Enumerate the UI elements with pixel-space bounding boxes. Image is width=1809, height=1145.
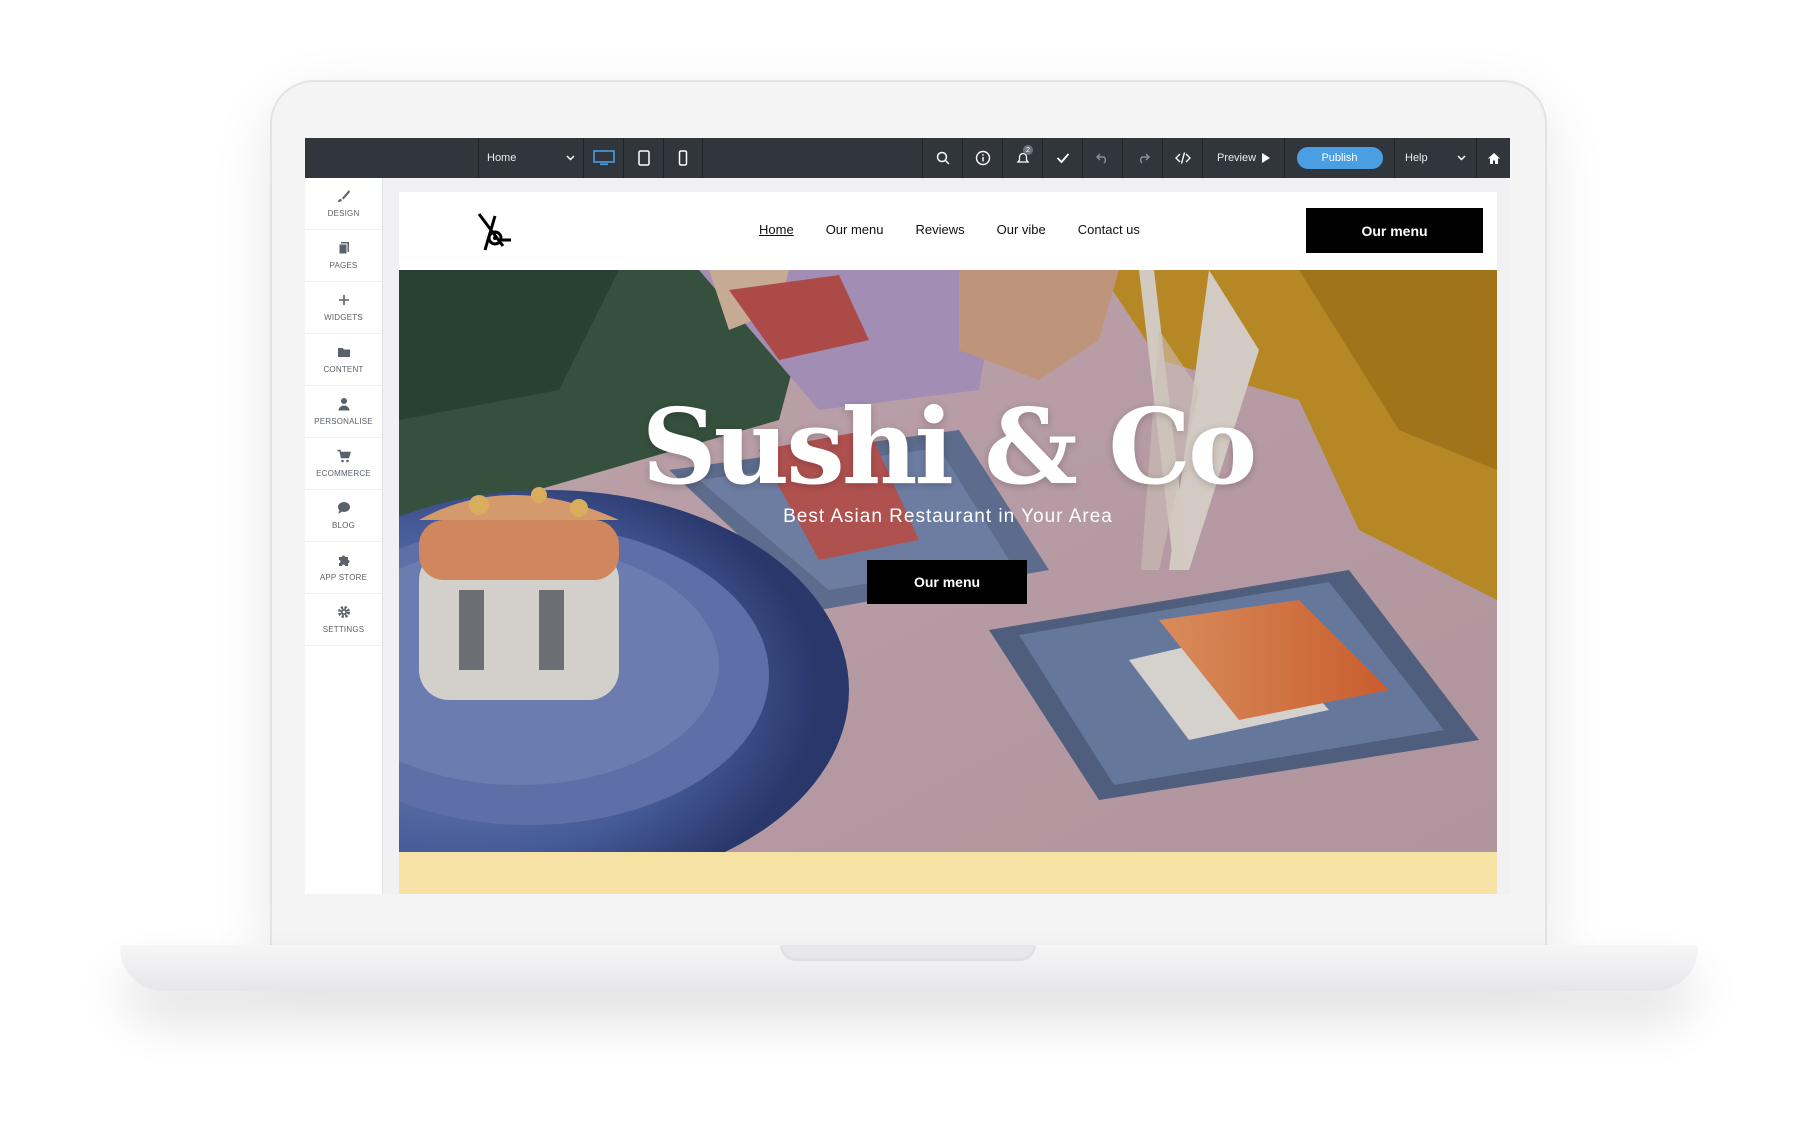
check-icon <box>1056 153 1069 164</box>
mobile-view-button[interactable] <box>663 138 703 178</box>
preview-label: Preview <box>1216 152 1257 164</box>
preview-button[interactable]: Preview <box>1202 138 1284 178</box>
editor-sidebar: DESIGN PAGES WIDGETS CONTENT PERSONALISE… <box>305 178 383 894</box>
sidebar-item-widgets[interactable]: WIDGETS <box>305 282 382 334</box>
code-icon <box>1174 152 1191 164</box>
hero-section: Sushi & Co Best Asian Restaurant in Your… <box>399 270 1497 852</box>
help-label: Help <box>1405 152 1428 164</box>
chevron-down-icon <box>1457 155 1466 161</box>
sidebar-item-ecommerce[interactable]: ECOMMERCE <box>305 438 382 490</box>
search-button[interactable] <box>922 138 962 178</box>
hero-subtitle: Best Asian Restaurant in Your Area <box>783 506 1113 527</box>
folder-icon <box>337 348 350 357</box>
sidebar-item-design[interactable]: DESIGN <box>305 178 382 230</box>
publish-button[interactable]: Publish <box>1296 147 1383 169</box>
nav-item-home[interactable]: Home <box>759 222 794 237</box>
plus-icon <box>338 295 349 305</box>
nav-item-contact-us[interactable]: Contact us <box>1078 222 1140 237</box>
mobile-icon <box>678 150 688 166</box>
desktop-view-button[interactable] <box>583 138 623 178</box>
sidebar-item-settings[interactable]: SETTINGS <box>305 594 382 646</box>
editor-screen: Home 2 Preview Publish Help DESIGN PAGES… <box>305 138 1510 894</box>
site-header: Home Our menu Reviews Our vibe Contact u… <box>399 192 1497 270</box>
help-menu[interactable]: Help <box>1394 138 1476 178</box>
sidebar-item-label: CONTENT <box>323 365 364 374</box>
home-icon <box>1487 152 1500 164</box>
sidebar-item-personalise[interactable]: PERSONALISE <box>305 386 382 438</box>
puzzle-icon <box>338 555 349 566</box>
info-button[interactable] <box>962 138 1002 178</box>
notifications-button[interactable]: 2 <box>1002 138 1042 178</box>
sidebar-item-blog[interactable]: BLOG <box>305 490 382 542</box>
gear-icon <box>337 606 350 618</box>
redo-icon <box>1139 153 1150 164</box>
tablet-view-button[interactable] <box>623 138 663 178</box>
chevron-down-icon <box>566 155 575 161</box>
page-selector-label: Home <box>487 152 517 164</box>
header-our-menu-button[interactable]: Our menu <box>1306 208 1483 253</box>
hero-our-menu-button[interactable]: Our menu <box>867 560 1027 604</box>
sidebar-item-label: DESIGN <box>327 209 360 218</box>
undo-button[interactable] <box>1082 138 1122 178</box>
laptop-notch <box>780 945 1036 961</box>
sidebar-item-label: WIDGETS <box>324 313 363 322</box>
sidebar-item-app-store[interactable]: APP STORE <box>305 542 382 594</box>
check-button[interactable] <box>1042 138 1082 178</box>
website-canvas: Home Our menu Reviews Our vibe Contact u… <box>399 192 1497 894</box>
info-icon <box>975 150 990 166</box>
site-nav: Home Our menu Reviews Our vibe Contact u… <box>759 222 1140 237</box>
pages-icon <box>338 242 349 255</box>
sidebar-item-label: APP STORE <box>319 573 368 582</box>
publish-area: Publish <box>1284 138 1394 178</box>
tablet-icon <box>637 150 650 166</box>
chat-bubble-icon <box>337 502 350 514</box>
hero-title: Sushi & Co <box>641 385 1258 508</box>
code-button[interactable] <box>1162 138 1202 178</box>
redo-button[interactable] <box>1122 138 1162 178</box>
cart-icon <box>337 449 351 463</box>
sidebar-item-label: SETTINGS <box>322 625 365 634</box>
sidebar-item-label: PERSONALISE <box>314 417 373 426</box>
nav-item-our-menu[interactable]: Our menu <box>826 222 884 237</box>
editor-toolbar: Home 2 Preview Publish Help <box>305 138 1510 178</box>
desktop-icon <box>592 150 615 165</box>
hero-text: Sushi & Co Best Asian Restaurant in Your… <box>399 392 1497 528</box>
sidebar-item-label: PAGES <box>329 261 358 270</box>
notifications-badge: 2 <box>1023 145 1033 155</box>
sidebar-item-pages[interactable]: PAGES <box>305 230 382 282</box>
search-icon <box>936 151 950 165</box>
chopsticks-logo-icon[interactable] <box>473 212 513 252</box>
sidebar-item-content[interactable]: CONTENT <box>305 334 382 386</box>
page-selector[interactable]: Home <box>478 138 583 178</box>
home-button[interactable] <box>1476 138 1510 178</box>
play-icon <box>1262 153 1271 163</box>
sidebar-item-label: BLOG <box>331 521 356 530</box>
person-icon <box>338 398 349 411</box>
brush-icon <box>337 190 350 202</box>
next-section-band <box>399 852 1497 894</box>
nav-item-reviews[interactable]: Reviews <box>916 222 965 237</box>
sidebar-item-label: ECOMMERCE <box>316 469 371 478</box>
undo-icon <box>1095 153 1106 164</box>
nav-item-our-vibe[interactable]: Our vibe <box>997 222 1046 237</box>
